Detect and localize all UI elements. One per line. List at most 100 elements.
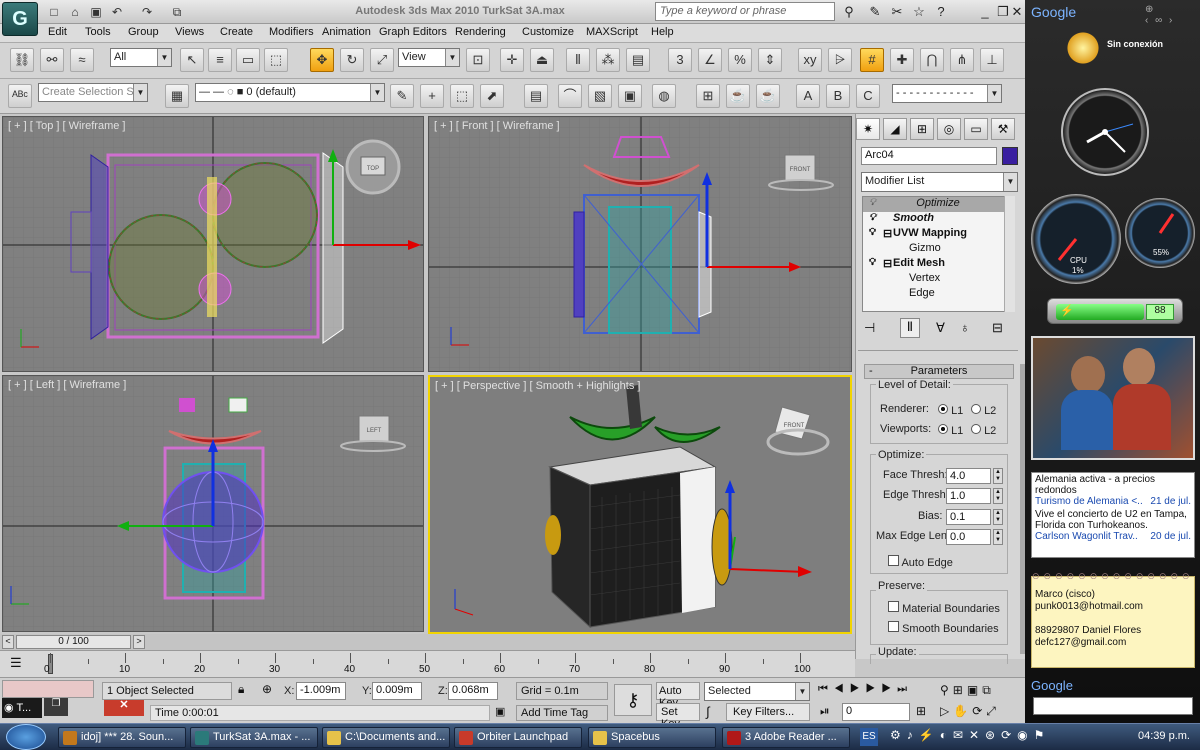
keyboard-shortcut-icon[interactable]: ⏏	[530, 48, 554, 72]
clock-gadget[interactable]	[1061, 88, 1149, 176]
open-file-icon[interactable]: ⌂	[66, 3, 84, 20]
modify-tab-icon[interactable]: ◢	[883, 118, 907, 140]
news-title[interactable]: Vive el concierto de U2 en Tampa, Florid…	[1035, 509, 1191, 531]
angle-snap-icon[interactable]: ∠	[698, 48, 722, 72]
wrench-icon[interactable]: ✂	[888, 3, 906, 20]
z-coordinate-field[interactable]: 0.068m	[448, 682, 498, 700]
utilities-tab-icon[interactable]: ⚒	[991, 118, 1015, 140]
window-crossing-icon[interactable]: ⬚	[264, 48, 288, 72]
system-tray-icons[interactable]: ⚙♪⚡◐✉✕⊛⟳◉⚑	[890, 728, 1130, 746]
spinner-snap-icon[interactable]: ⇕	[758, 48, 782, 72]
layer-dropdown[interactable]: — — ◌ ■ 0 (default) ▼	[195, 83, 385, 102]
auto-key-button[interactable]: Auto Key	[656, 682, 700, 709]
render-setup-teapot-icon[interactable]: ⊞	[696, 84, 720, 108]
orbit-icon[interactable]: ⟳	[972, 704, 986, 718]
quick-render-icon[interactable]: ⊥	[980, 48, 1004, 72]
play-icon[interactable]: ▶	[850, 683, 866, 695]
renderer-l2-radio[interactable]: L2	[971, 404, 996, 417]
modifier-stack-item[interactable]: 💡︎ Smooth	[863, 212, 1013, 227]
face-thresh-spin-arrows[interactable]: ▲ ▼	[993, 468, 1003, 484]
curve-editor-icon[interactable]: ⌒	[558, 84, 582, 108]
schematic-view-icon[interactable]: ▧	[588, 84, 612, 108]
undo-icon[interactable]: ↶	[108, 3, 126, 20]
modifier-stack-scrollbar[interactable]	[1004, 196, 1015, 312]
mirror-icon[interactable]: ⫴	[566, 48, 590, 72]
news-source[interactable]: Carlson Wagonlit Trav..	[1035, 531, 1138, 542]
auto-edge-checkbox[interactable]: Auto Edge	[888, 555, 953, 569]
select-layer-icon[interactable]: ⬚	[450, 84, 474, 108]
mini-close-button[interactable]: ✕	[104, 698, 144, 716]
playback-controls[interactable]: ⏮◀▶▶▶⏭	[818, 683, 913, 696]
viewport-nav-controls-top[interactable]: ⚲⊞▣⧉	[940, 683, 995, 698]
menu-rendering[interactable]: Rendering	[452, 26, 509, 38]
help-icon[interactable]: ?	[932, 3, 950, 20]
max-edge-len-spin-arrows[interactable]: ▲ ▼	[993, 529, 1003, 545]
reference-coordinate-dropdown[interactable]: View ▼	[398, 48, 460, 67]
render-a-icon[interactable]: A	[796, 84, 820, 108]
mini-curve-editor-icon[interactable]: ☰	[10, 655, 22, 671]
modifier-stack-item[interactable]: 💡︎ ⊟ UVW Mapping	[863, 227, 1013, 242]
menu-edit[interactable]: Edit	[45, 26, 70, 38]
modifier-stack[interactable]: 💡︎ Optimize 💡︎ Smooth 💡︎ ⊟ UVW Mapping Gizmo 💡︎ ⊟…	[862, 196, 1014, 312]
add-time-tag-button[interactable]: Add Time Tag	[516, 705, 608, 721]
bind-space-warp-icon[interactable]: ≈	[70, 48, 94, 72]
layer-properties-icon[interactable]: ▦	[165, 84, 189, 108]
modifier-stack-item[interactable]: Edge	[863, 287, 1013, 302]
rendered-frame-window-icon[interactable]: ☕	[726, 84, 750, 108]
expand-icon[interactable]: ⊟	[883, 257, 892, 270]
current-frame-field[interactable]: 0	[842, 703, 910, 721]
communication-center-icon[interactable]: ✎	[866, 3, 884, 20]
object-name-field[interactable]: Arc04	[861, 147, 997, 165]
select-manipulate-icon[interactable]: ✛	[500, 48, 524, 72]
clock[interactable]: 04:39 p.m.	[1138, 730, 1190, 742]
close-button[interactable]: ✕	[1008, 3, 1026, 20]
remove-modifier-icon[interactable]: ♁	[960, 320, 970, 335]
named-selection-dropdown[interactable]: Create Selection Se ▼	[38, 83, 148, 102]
pin-stack-icon[interactable]: ⊣	[864, 320, 875, 336]
lock-icon[interactable]: 🔒︎	[238, 682, 244, 697]
field-of-view-icon[interactable]: ▷	[940, 704, 953, 718]
zoom-extents-icon[interactable]: ▣	[967, 683, 982, 697]
edge-thresh-spin-arrows[interactable]: ▲ ▼	[993, 488, 1003, 504]
goto-start-icon[interactable]: ⏮	[818, 683, 834, 695]
viewports-l2-radio[interactable]: L2	[971, 424, 996, 437]
viewport-front[interactable]: [ + ] [ Front ] [ Wireframe ] FRONT	[428, 116, 852, 372]
magnet-icon[interactable]: ⋂	[920, 48, 944, 72]
key-mode-dropdown[interactable]: Selected ▼	[704, 682, 810, 701]
menu-group[interactable]: Group	[125, 26, 162, 38]
zoom-all-icon[interactable]: ⊞	[953, 683, 967, 697]
scene-explorer-icon[interactable]: ▤	[524, 84, 548, 108]
mini-restore-button[interactable]: ❐	[44, 698, 68, 716]
taskbar-item[interactable]: TurkSat 3A.max - ...	[190, 727, 318, 748]
select-by-name-icon[interactable]: ≡	[208, 48, 232, 72]
key-mode-toggle-icon[interactable]: ⏯	[820, 704, 830, 719]
track-bar[interactable]: ☰ 0 10 20 30 40 50 60 70 80 90 100	[0, 650, 855, 677]
material-editor-icon[interactable]: ▣	[618, 84, 642, 108]
grid-toggle-icon[interactable]: #	[860, 48, 884, 72]
news-feed-gadget[interactable]: Alemania activa - a precios redondos Turi…	[1031, 472, 1195, 558]
time-configuration-icon[interactable]: ⊞	[916, 704, 926, 718]
news-source[interactable]: Turismo de Alemania <..	[1035, 496, 1143, 507]
time-next-icon[interactable]: >	[133, 635, 145, 649]
select-and-scale-icon[interactable]: ⤢	[370, 48, 394, 72]
menu-animation[interactable]: Animation	[319, 26, 374, 38]
pan-icon[interactable]: ✋	[953, 704, 972, 718]
save-icon[interactable]: ▣	[87, 3, 105, 20]
goto-end-icon[interactable]: ⏭	[897, 683, 913, 695]
notes-gadget[interactable]: ⊙⊙⊙⊙⊙⊙⊙⊙⊙⊙⊙⊙⊙⊙ Marco (cisco) punk0013@hot…	[1031, 571, 1195, 668]
menu-create[interactable]: Create	[217, 26, 256, 38]
create-layer-icon[interactable]: ✎	[390, 84, 414, 108]
time-prev-icon[interactable]: <	[2, 635, 14, 649]
modifier-stack-item[interactable]: Gizmo	[863, 242, 1013, 257]
object-color-swatch[interactable]	[1002, 147, 1018, 165]
display-tab-icon[interactable]: ▭	[964, 118, 988, 140]
mirror-axis-icon[interactable]: ⩥	[828, 48, 852, 72]
selection-filter-dropdown[interactable]: All ▼	[110, 48, 172, 67]
news-title[interactable]: Alemania activa - a precios redondos	[1035, 474, 1191, 496]
menu-maxscript[interactable]: MAXScript	[583, 26, 641, 38]
viewport-left[interactable]: [ + ] [ Left ] [ Wireframe ] LEFT	[2, 375, 424, 632]
make-unique-icon[interactable]: ∀	[936, 320, 945, 336]
show-end-result-icon[interactable]: Ⅱ	[900, 318, 920, 338]
default-in-out-tangents-icon[interactable]: ∫	[706, 704, 710, 719]
language-indicator[interactable]: ES	[860, 728, 878, 746]
